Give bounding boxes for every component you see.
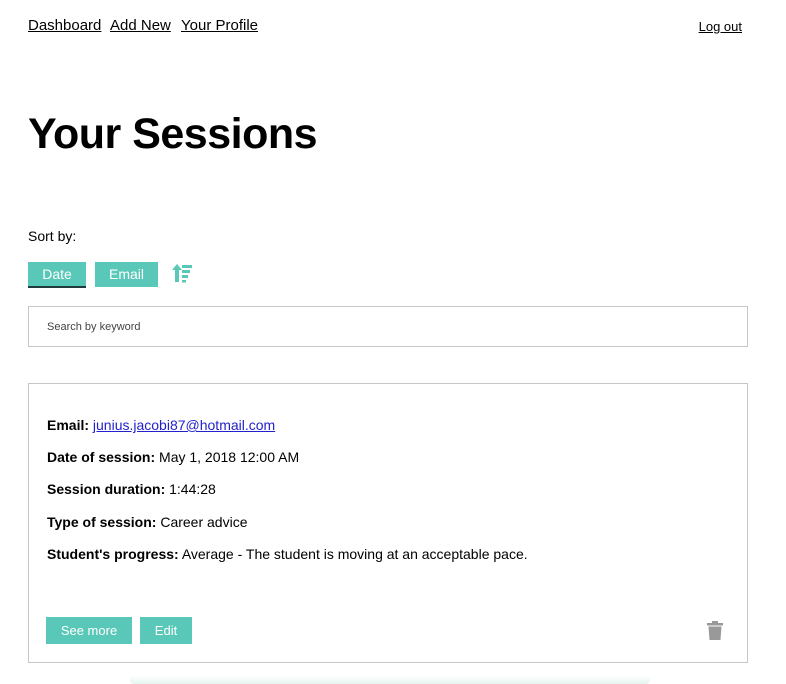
session-duration-field: Session duration: 1:44:28 [47,481,216,497]
page: Dashboard Add New Your Profile Log out Y… [0,0,786,684]
type-label: Type of session: [47,514,157,530]
sort-by-email-button[interactable]: Email [95,262,158,287]
session-email-field: Email: junius.jacobi87@hotmail.com [47,417,275,433]
trash-icon[interactable] [707,621,723,640]
session-date-value: May 1, 2018 12:00 AM [159,449,300,465]
session-card: Email: junius.jacobi87@hotmail.com Date … [28,383,748,663]
page-title: Your Sessions [28,110,318,158]
session-type-field: Type of session: Career advice [47,514,247,530]
progress-label: Student's progress: [47,546,179,562]
log-out-link[interactable]: Log out [699,19,742,34]
edit-button[interactable]: Edit [140,617,192,644]
next-card-edge [130,676,650,684]
session-type-value: Career advice [160,514,248,530]
see-more-button[interactable]: See more [46,617,132,644]
session-date-field: Date of session: May 1, 2018 12:00 AM [47,449,299,465]
session-duration-value: 1:44:28 [169,481,216,497]
sort-by-date-button[interactable]: Date [28,262,86,288]
student-progress-field: Student's progress: Average - The studen… [47,546,528,562]
search-input[interactable] [28,306,748,347]
nav-add-new-link[interactable]: Add New [110,17,171,34]
session-email-link[interactable]: junius.jacobi87@hotmail.com [93,417,275,433]
sort-by-label: Sort by: [28,228,77,244]
nav-your-profile-link[interactable]: Your Profile [181,17,258,34]
nav-dashboard-link[interactable]: Dashboard [28,17,101,34]
sort-ascending-icon[interactable] [172,262,194,284]
top-nav: Dashboard Add New Your Profile Log out [28,15,742,37]
duration-label: Session duration: [47,481,166,497]
email-label: Email: [47,417,90,433]
student-progress-value: Average - The student is moving at an ac… [181,546,528,562]
date-label: Date of session: [47,449,156,465]
